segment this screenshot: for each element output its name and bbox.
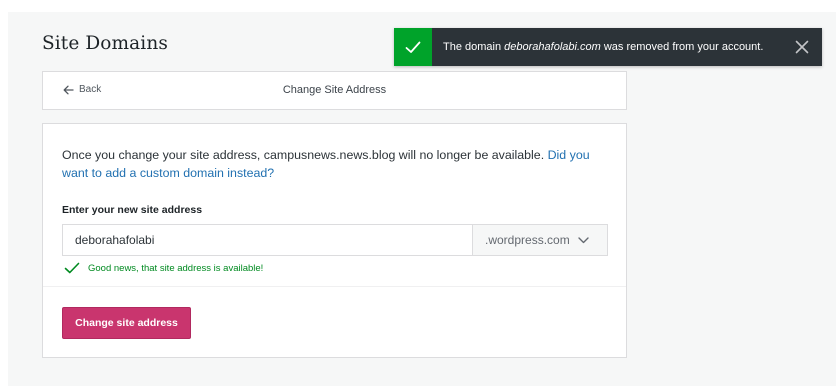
toast-message-prefix: The domain — [443, 41, 502, 53]
checkmark-icon — [64, 262, 80, 274]
toast-domain: deborahafolabi.com — [504, 41, 601, 53]
chevron-down-icon — [578, 236, 589, 243]
description-text: Once you change your site address, campu… — [62, 146, 602, 182]
checkmark-icon — [405, 41, 421, 53]
toast-status-box — [394, 28, 432, 66]
close-icon — [795, 40, 809, 54]
toast-message: The domain deborahafolabi.com was remove… — [443, 41, 763, 53]
page-title: Site Domains — [42, 33, 168, 54]
address-field-label: Enter your new site address — [62, 204, 203, 216]
toast-message-suffix: was removed from your account. — [603, 41, 764, 53]
header-title: Change Site Address — [282, 84, 387, 96]
availability-text: Good news, that site address is availabl… — [88, 262, 264, 274]
site-address-input[interactable] — [62, 224, 472, 256]
toast-close-button[interactable] — [794, 39, 810, 55]
description-prefix: Once you change your site address, campu… — [62, 148, 545, 162]
notification-toast: The domain deborahafolabi.com was remove… — [394, 28, 822, 66]
domain-suffix-select[interactable]: .wordpress.com — [472, 224, 608, 256]
form-divider — [43, 286, 626, 287]
change-site-address-button[interactable]: Change site address — [62, 307, 191, 339]
change-address-card: Once you change your site address, campu… — [42, 123, 627, 358]
domain-suffix-value: .wordpress.com — [485, 233, 570, 247]
header-card: Back Change Site Address — [42, 71, 627, 110]
availability-message: Good news, that site address is availabl… — [64, 262, 263, 274]
